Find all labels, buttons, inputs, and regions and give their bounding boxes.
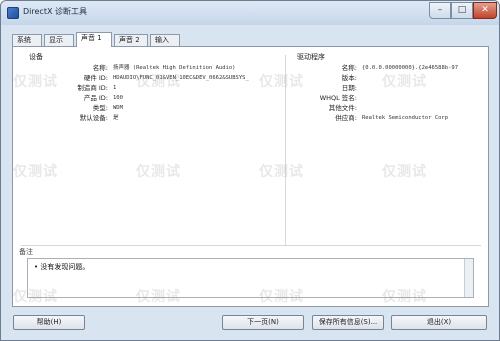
tab-system[interactable]: 系统 bbox=[12, 34, 42, 46]
device-label: 产品 ID: bbox=[83, 94, 108, 102]
driver-row: 日期: bbox=[289, 83, 489, 93]
driver-label: WHQL 签名: bbox=[319, 94, 357, 102]
notes-separator bbox=[21, 245, 481, 246]
note-text: 没有发现问题。 bbox=[40, 263, 90, 271]
device-row: 类型: WDM bbox=[13, 103, 283, 113]
maximize-icon: □ bbox=[457, 5, 467, 15]
driver-row: WHQL 签名: bbox=[289, 93, 489, 103]
device-value: 1 bbox=[113, 85, 117, 91]
driver-row: 供应商: Realtek Semiconductor Corp bbox=[289, 113, 489, 123]
tab-display[interactable]: 显示 bbox=[44, 34, 74, 46]
exit-button[interactable]: 退出(X) bbox=[391, 315, 487, 330]
device-row: 硬件 ID: HDAUDIO\FUNC_01&VEN_10EC&DEV_0662… bbox=[13, 73, 283, 83]
device-value: WDM bbox=[113, 105, 123, 111]
device-value: 100 bbox=[113, 95, 123, 101]
close-icon: ✕ bbox=[481, 5, 489, 15]
title-bar[interactable]: DirectX 诊断工具 – □ ✕ bbox=[1, 1, 499, 25]
minimize-icon: – bbox=[437, 5, 443, 15]
driver-row: 名称: {0.0.0.00000000}.{2e46588b-97 bbox=[289, 63, 489, 73]
device-value: 是 bbox=[113, 115, 119, 121]
tab-input[interactable]: 输入 bbox=[150, 34, 180, 46]
notes-title: 备注 bbox=[19, 248, 33, 256]
help-button[interactable]: 帮助(H) bbox=[13, 315, 85, 330]
device-label: 硬件 ID: bbox=[83, 74, 108, 82]
notes-scrollbar[interactable] bbox=[464, 259, 473, 297]
driver-row: 其他文件: bbox=[289, 103, 489, 113]
device-section-title: 设备 bbox=[29, 53, 43, 61]
device-value: 扬声器 (Realtek High Definition Audio) bbox=[113, 65, 236, 71]
driver-value: Realtek Semiconductor Corp bbox=[362, 115, 449, 121]
device-value: HDAUDIO\FUNC_01&VEN_10EC&DEV_0662&SUBSYS… bbox=[113, 75, 249, 81]
group-divider bbox=[285, 55, 286, 245]
driver-row: 版本: bbox=[289, 73, 489, 83]
device-label: 制造商 ID: bbox=[77, 84, 108, 92]
note-item: • 没有发现问题。 bbox=[34, 263, 90, 271]
maximize-button[interactable]: □ bbox=[451, 2, 473, 19]
driver-label: 版本: bbox=[341, 74, 357, 82]
device-row: 制造商 ID: 1 bbox=[13, 83, 283, 93]
device-label: 名称: bbox=[92, 64, 108, 72]
next-page-button[interactable]: 下一页(N) bbox=[222, 315, 304, 330]
directx-icon bbox=[7, 7, 19, 19]
driver-label: 供应商: bbox=[335, 114, 357, 122]
save-all-info-button[interactable]: 保存所有信息(S)... bbox=[312, 315, 384, 330]
driver-label: 其他文件: bbox=[328, 104, 357, 112]
close-button[interactable]: ✕ bbox=[473, 2, 497, 19]
device-label: 默认设备: bbox=[79, 114, 108, 122]
dxdiag-window: DirectX 诊断工具 – □ ✕ 系统 显示 声音 1 声音 2 输入 设备… bbox=[0, 0, 500, 341]
device-row: 产品 ID: 100 bbox=[13, 93, 283, 103]
driver-section-title: 驱动程序 bbox=[297, 53, 325, 61]
window-title: DirectX 诊断工具 bbox=[23, 7, 87, 16]
tab-sound-1[interactable]: 声音 1 bbox=[76, 32, 112, 47]
notes-box[interactable]: • 没有发现问题。 bbox=[27, 258, 474, 298]
tab-sound-2[interactable]: 声音 2 bbox=[114, 34, 148, 46]
device-label: 类型: bbox=[92, 104, 108, 112]
driver-label: 日期: bbox=[341, 84, 357, 92]
minimize-button[interactable]: – bbox=[429, 2, 451, 19]
device-row: 默认设备: 是 bbox=[13, 113, 283, 123]
driver-label: 名称: bbox=[341, 64, 357, 72]
driver-value: {0.0.0.00000000}.{2e46588b-97 bbox=[362, 65, 459, 71]
device-row: 名称: 扬声器 (Realtek High Definition Audio) bbox=[13, 63, 283, 73]
